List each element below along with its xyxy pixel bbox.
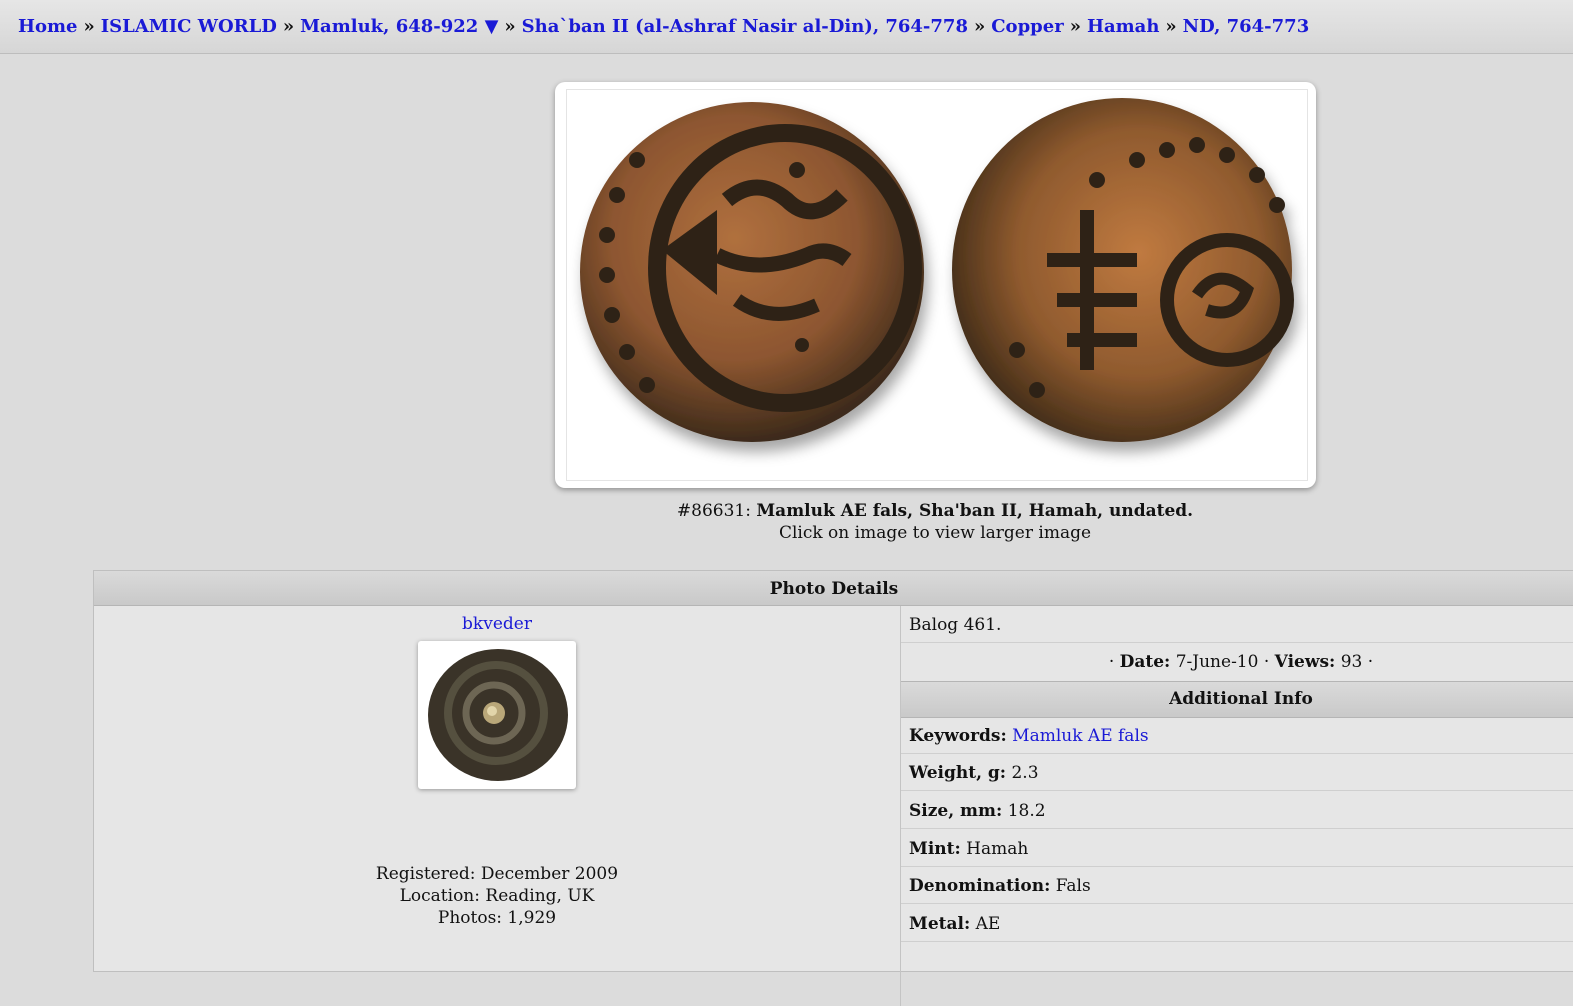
weight-row: Weight, g: 2.3 bbox=[901, 754, 1573, 791]
photo-title: Mamluk AE fals, Sha'ban II, Hamah, undat… bbox=[756, 501, 1194, 521]
additional-info-header: Additional Info bbox=[901, 681, 1573, 718]
field-value: Hamah bbox=[966, 839, 1029, 859]
main-coin-photo[interactable] bbox=[555, 82, 1316, 488]
photo-info-column: Balog 461. · Date: 7-June-10 · Views: 93… bbox=[901, 606, 1573, 1006]
photo-caption: #86631: Mamluk AE fals, Sha'ban II, Hama… bbox=[0, 500, 1573, 544]
breadcrumb-separator: » bbox=[1165, 16, 1177, 37]
date-value: 7-June-10 bbox=[1175, 652, 1259, 672]
photo-inner-frame bbox=[566, 89, 1308, 481]
keywords-link[interactable]: Mamluk AE fals bbox=[1012, 726, 1148, 746]
photo-hint: Click on image to view larger image bbox=[778, 523, 1092, 543]
coin-obverse bbox=[580, 102, 924, 442]
uploader-column: bkveder Registered: December 2009 Locati… bbox=[94, 606, 901, 1006]
breadcrumb: Home » ISLAMIC WORLD » Mamluk, 648-922 ▼… bbox=[0, 0, 1573, 54]
coin-reverse bbox=[952, 98, 1294, 442]
breadcrumb-separator: » bbox=[1069, 16, 1081, 37]
field-label: Denomination: bbox=[909, 876, 1051, 896]
breadcrumb-separator: » bbox=[504, 16, 516, 37]
photo-details-panel: Photo Details bkveder Registered: Decemb… bbox=[93, 570, 1573, 1006]
field-label: Weight, g: bbox=[909, 763, 1007, 783]
metal-row: Metal: AE bbox=[901, 905, 1573, 942]
uploader-registered: Registered: December 2009 bbox=[375, 864, 619, 884]
breadcrumb-separator: » bbox=[83, 16, 95, 37]
photo-details-header: Photo Details bbox=[94, 571, 1573, 606]
uploader-location: Location: Reading, UK bbox=[399, 886, 595, 906]
photo-number: #86631: bbox=[676, 501, 751, 521]
breadcrumb-shaban-ii[interactable]: Sha`ban II (al-Ashraf Nasir al-Din), 764… bbox=[522, 16, 968, 37]
size-row: Size, mm: 18.2 bbox=[901, 792, 1573, 829]
breadcrumb-home[interactable]: Home bbox=[18, 16, 78, 37]
field-label: Size, mm: bbox=[909, 801, 1003, 821]
photo-meta-row: · Date: 7-June-10 · Views: 93 · bbox=[1108, 652, 1374, 672]
breadcrumb-separator: » bbox=[282, 16, 295, 37]
photo-description: Balog 461. bbox=[901, 606, 1573, 643]
field-label: Metal: bbox=[909, 914, 971, 934]
avatar-coin-image bbox=[428, 649, 568, 781]
field-value: 2.3 bbox=[1011, 763, 1039, 783]
coin-image bbox=[580, 98, 1294, 442]
breadcrumb-hamah[interactable]: Hamah bbox=[1087, 16, 1159, 37]
breadcrumb-separator: » bbox=[973, 16, 986, 37]
keywords-row: Keywords: Mamluk AE fals bbox=[901, 717, 1573, 754]
field-value: AE bbox=[975, 914, 1001, 934]
breadcrumb-mamluk-dropdown[interactable]: Mamluk, 648-922 ▼ bbox=[300, 16, 498, 37]
keywords-label: Keywords: bbox=[909, 726, 1007, 746]
views-label: Views: bbox=[1274, 652, 1336, 672]
description-text: Balog 461. bbox=[909, 615, 1002, 635]
uploader-avatar[interactable] bbox=[418, 641, 576, 789]
breadcrumb-copper[interactable]: Copper bbox=[991, 16, 1063, 37]
mint-row: Mint: Hamah bbox=[901, 830, 1573, 867]
denomination-row: Denomination: Fals bbox=[901, 867, 1573, 904]
uploader-name-link[interactable]: bkveder bbox=[462, 614, 532, 634]
views-value: 93 bbox=[1340, 652, 1363, 672]
field-value: Fals bbox=[1055, 876, 1091, 896]
breadcrumb-islamic-world[interactable]: ISLAMIC WORLD bbox=[101, 16, 277, 37]
breadcrumb-nd-764-773[interactable]: ND, 764-773 bbox=[1183, 16, 1310, 37]
field-value: 18.2 bbox=[1007, 801, 1046, 821]
date-label: Date: bbox=[1119, 652, 1171, 672]
field-label: Mint: bbox=[909, 839, 961, 859]
uploader-photos-count: Photos: 1,929 bbox=[437, 908, 557, 928]
